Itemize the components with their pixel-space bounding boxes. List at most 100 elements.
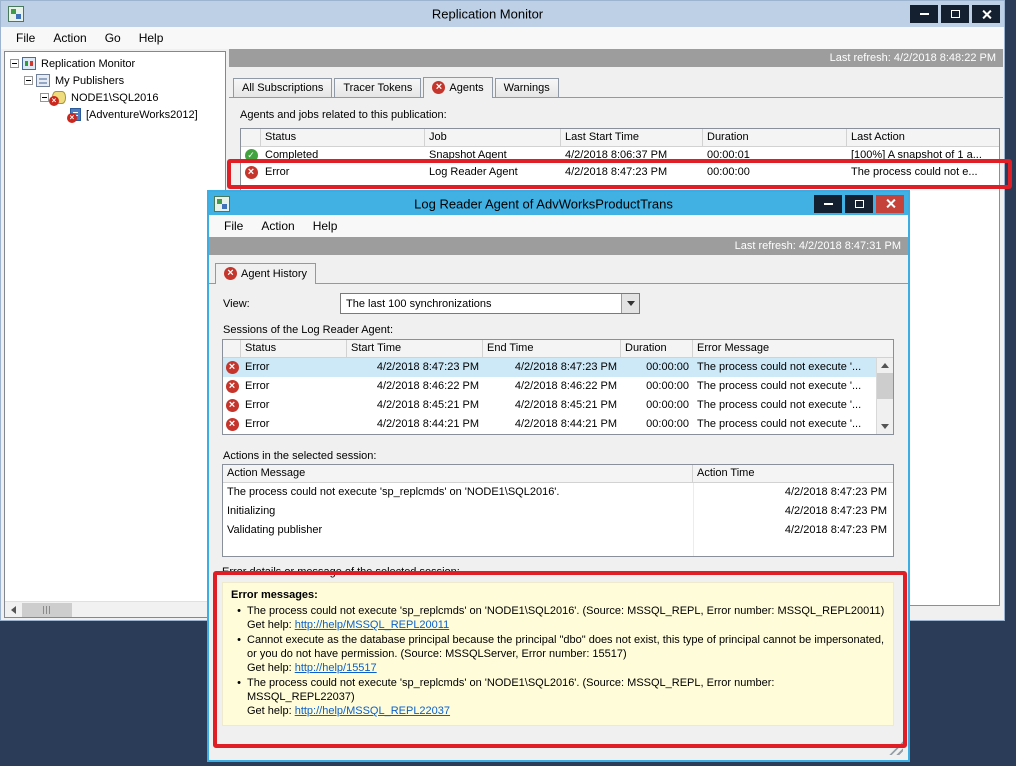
tab-all-subscriptions[interactable]: All Subscriptions bbox=[233, 78, 332, 97]
main-menubar: File Action Go Help bbox=[1, 27, 1004, 49]
actions-table: Action Message Action Time The process c… bbox=[222, 464, 894, 557]
publication-error-icon bbox=[70, 108, 81, 121]
minimize-icon bbox=[920, 13, 929, 15]
minimize-button[interactable] bbox=[814, 195, 842, 213]
agents-caption: Agents and jobs related to this publicat… bbox=[229, 98, 1003, 128]
column-header-last-action[interactable]: Last Action bbox=[847, 129, 999, 146]
main-titlebar[interactable]: Replication Monitor bbox=[1, 1, 1004, 27]
column-header-duration[interactable]: Duration bbox=[621, 340, 693, 357]
error-message-cell: The process could not execute '... bbox=[693, 396, 876, 415]
scroll-down-button[interactable] bbox=[877, 419, 893, 434]
menu-help[interactable]: Help bbox=[304, 217, 347, 235]
get-help-label: Get help: bbox=[247, 662, 292, 674]
status-icon-cell bbox=[223, 396, 241, 415]
close-button[interactable] bbox=[876, 195, 904, 213]
action-row[interactable]: Initializing 4/2/2018 8:47:23 PM bbox=[223, 502, 893, 521]
action-row[interactable]: The process could not execute 'sp_replcm… bbox=[223, 483, 893, 502]
help-link[interactable]: http://help/MSSQL_REPL20011 bbox=[295, 619, 450, 631]
session-row[interactable]: Error 4/2/2018 8:44:21 PM 4/2/2018 8:44:… bbox=[223, 415, 876, 434]
last-refresh-bar: Last refresh: 4/2/2018 8:48:22 PM bbox=[229, 49, 1003, 67]
menu-file[interactable]: File bbox=[215, 217, 252, 235]
collapse-icon[interactable] bbox=[10, 59, 19, 68]
replication-monitor-icon bbox=[22, 57, 36, 70]
resize-grip[interactable] bbox=[889, 741, 903, 755]
log-reader-agent-window: Log Reader Agent of AdvWorksProductTrans… bbox=[207, 190, 910, 762]
column-header-error-message[interactable]: Error Message bbox=[693, 340, 893, 357]
tab-tracer-tokens[interactable]: Tracer Tokens bbox=[334, 78, 421, 97]
agent-history-panel: View: The last 100 synchronizations Sess… bbox=[209, 283, 908, 760]
session-row[interactable]: Error 4/2/2018 8:46:22 PM 4/2/2018 8:46:… bbox=[223, 377, 876, 396]
sessions-table-body: Error 4/2/2018 8:47:23 PM 4/2/2018 8:47:… bbox=[223, 358, 893, 434]
last-action-cell: The process could not e... bbox=[847, 164, 999, 181]
tab-label: Agent History bbox=[241, 268, 307, 280]
tree-item-label: Replication Monitor bbox=[41, 58, 135, 70]
tab-agents[interactable]: Agents bbox=[423, 77, 492, 98]
menu-action[interactable]: Action bbox=[44, 29, 95, 47]
vertical-scrollbar-thumb[interactable] bbox=[877, 373, 893, 399]
column-header-status-icon[interactable] bbox=[241, 129, 261, 146]
job-cell: Snapshot Agent bbox=[425, 147, 561, 164]
tab-agent-history[interactable]: Agent History bbox=[215, 263, 316, 284]
maximize-icon bbox=[855, 200, 864, 208]
console-tree-panel: Replication Monitor My Publishers NODE1\… bbox=[4, 51, 226, 618]
help-link[interactable]: http://help/MSSQL_REPL22037 bbox=[295, 705, 450, 717]
column-header-action-time[interactable]: Action Time bbox=[693, 465, 893, 482]
bullet-icon bbox=[231, 633, 247, 647]
group-divider-line bbox=[467, 573, 893, 574]
close-button[interactable] bbox=[972, 5, 1000, 23]
horizontal-scrollbar-thumb[interactable] bbox=[22, 603, 72, 617]
scroll-left-button[interactable] bbox=[5, 602, 21, 618]
actions-table-header: Action Message Action Time bbox=[223, 465, 893, 483]
maximize-button[interactable] bbox=[941, 5, 969, 23]
menu-action[interactable]: Action bbox=[252, 217, 303, 235]
tree-item-adventureworks2012[interactable]: [AdventureWorks2012] bbox=[5, 106, 225, 123]
get-help-label: Get help: bbox=[247, 705, 292, 717]
maximize-button[interactable] bbox=[845, 195, 873, 213]
action-row[interactable]: Validating publisher 4/2/2018 8:47:23 PM bbox=[223, 521, 893, 540]
column-header-start-time[interactable]: Start Time bbox=[347, 340, 483, 357]
tab-warnings[interactable]: Warnings bbox=[495, 78, 559, 97]
maximize-icon bbox=[951, 10, 960, 18]
column-header-status[interactable]: Status bbox=[261, 129, 425, 146]
vertical-scrollbar-track[interactable] bbox=[877, 399, 893, 419]
minimize-button[interactable] bbox=[910, 5, 938, 23]
end-time-cell: 4/2/2018 8:46:22 PM bbox=[483, 377, 621, 396]
success-icon bbox=[245, 149, 258, 162]
error-badge-icon bbox=[49, 96, 59, 106]
last-start-cell: 4/2/2018 8:06:37 PM bbox=[561, 147, 703, 164]
agent-row-log-reader-agent[interactable]: Error Log Reader Agent 4/2/2018 8:47:23 … bbox=[241, 164, 999, 181]
column-header-end-time[interactable]: End Time bbox=[483, 340, 621, 357]
column-header-last-start-time[interactable]: Last Start Time bbox=[561, 129, 703, 146]
menu-go[interactable]: Go bbox=[96, 29, 130, 47]
column-header-status[interactable]: Status bbox=[241, 340, 347, 357]
menu-file[interactable]: File bbox=[7, 29, 44, 47]
sessions-vertical-scrollbar[interactable] bbox=[876, 358, 893, 434]
tab-label: Warnings bbox=[504, 82, 550, 94]
status-cell: Error bbox=[241, 415, 347, 434]
status-cell: Error bbox=[261, 164, 425, 181]
tree-item-node1-sql2016[interactable]: NODE1\SQL2016 bbox=[5, 89, 225, 106]
tree-item-replication-monitor[interactable]: Replication Monitor bbox=[5, 55, 225, 72]
menu-help[interactable]: Help bbox=[130, 29, 173, 47]
view-dropdown[interactable]: The last 100 synchronizations bbox=[340, 293, 640, 314]
tree-horizontal-scrollbar[interactable] bbox=[5, 601, 225, 617]
column-header-job[interactable]: Job bbox=[425, 129, 561, 146]
session-row-selected[interactable]: Error 4/2/2018 8:47:23 PM 4/2/2018 8:47:… bbox=[223, 358, 876, 377]
session-row[interactable]: Error 4/2/2018 8:45:21 PM 4/2/2018 8:45:… bbox=[223, 396, 876, 415]
agent-titlebar[interactable]: Log Reader Agent of AdvWorksProductTrans bbox=[209, 192, 908, 215]
help-link[interactable]: http://help/15517 bbox=[295, 662, 377, 674]
scroll-up-button[interactable] bbox=[877, 358, 893, 373]
tree-item-label: [AdventureWorks2012] bbox=[86, 109, 198, 121]
column-header-status-icon[interactable] bbox=[223, 340, 241, 357]
collapse-icon[interactable] bbox=[24, 76, 33, 85]
publication-tabs: All Subscriptions Tracer Tokens Agents W… bbox=[233, 76, 561, 97]
tree-item-my-publishers[interactable]: My Publishers bbox=[5, 72, 225, 89]
collapse-icon[interactable] bbox=[40, 93, 49, 102]
chevron-down-icon[interactable] bbox=[621, 294, 639, 313]
error-icon bbox=[226, 361, 239, 374]
agent-row-snapshot-agent[interactable]: Completed Snapshot Agent 4/2/2018 8:06:3… bbox=[241, 147, 999, 164]
view-label: View: bbox=[223, 298, 250, 310]
horizontal-scrollbar-track[interactable] bbox=[73, 602, 209, 617]
column-header-action-message[interactable]: Action Message bbox=[223, 465, 693, 482]
column-header-duration[interactable]: Duration bbox=[703, 129, 847, 146]
